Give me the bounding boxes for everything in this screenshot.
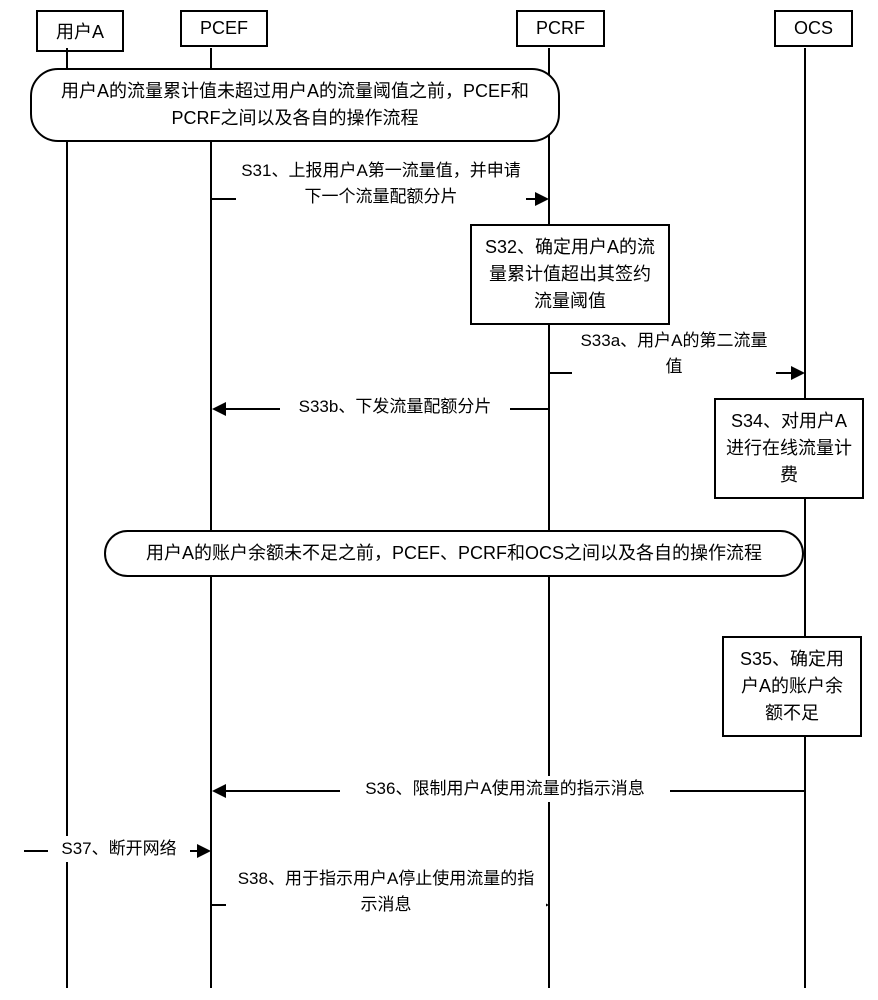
label-s31: S31、上报用户A第一流量值，并申请下一个流量配额分片	[236, 158, 526, 209]
activity-s35: S35、确定用户A的账户余额不足	[722, 636, 862, 737]
participant-pcrf: PCRF	[516, 10, 605, 47]
note-pre-balance: 用户A的账户余额未不足之前，PCEF、PCRF和OCS之间以及各自的操作流程	[104, 530, 804, 577]
arrow-head-s31	[535, 192, 549, 206]
lifeline-ocs	[804, 48, 806, 988]
label-s36: S36、限制用户A使用流量的指示消息	[340, 776, 670, 802]
label-s33b: S33b、下发流量配额分片	[280, 394, 510, 420]
arrow-head-s33b	[212, 402, 226, 416]
arrow-head-s37	[197, 844, 211, 858]
activity-s34: S34、对用户A进行在线流量计费	[714, 398, 864, 499]
label-s33a: S33a、用户A的第二流量值	[572, 328, 776, 379]
label-s37: S37、断开网络	[48, 836, 190, 862]
participant-ocs: OCS	[774, 10, 853, 47]
participant-user-a: 用户A	[36, 10, 124, 52]
lifeline-pcrf	[548, 48, 550, 988]
note-pre-threshold: 用户A的流量累计值未超过用户A的流量阈值之前，PCEF和PCRF之间以及各自的操…	[30, 68, 560, 142]
activity-s32: S32、确定用户A的流量累计值超出其签约流量阈值	[470, 224, 670, 325]
arrow-head-s36	[212, 784, 226, 798]
label-s38: S38、用于指示用户A停止使用流量的指示消息	[226, 866, 546, 917]
participant-pcef: PCEF	[180, 10, 268, 47]
arrow-head-s33a	[791, 366, 805, 380]
